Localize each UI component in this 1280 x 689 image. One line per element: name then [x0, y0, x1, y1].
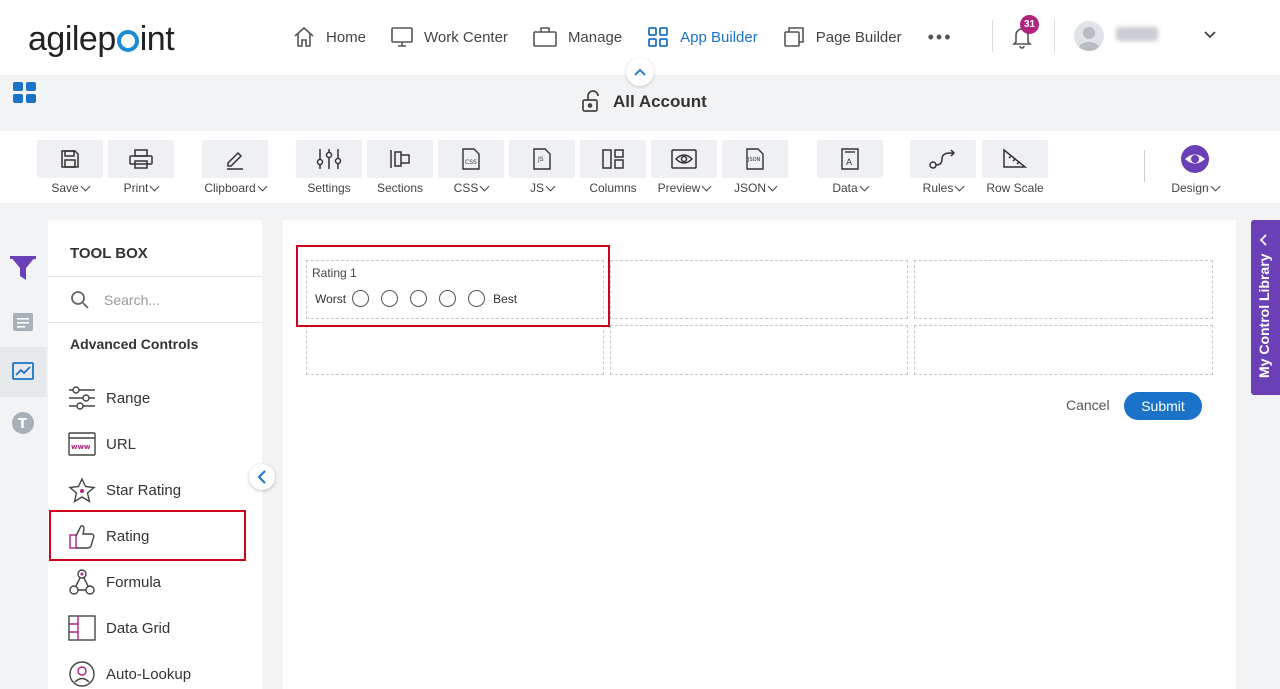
rating-field-highlight	[296, 245, 610, 327]
sections-icon	[390, 150, 410, 168]
row-scale-button[interactable]: Row Scale	[982, 140, 1048, 195]
sections-button[interactable]: Sections	[367, 140, 433, 195]
svg-text:A: A	[846, 158, 853, 168]
cancel-button[interactable]: Cancel	[1066, 397, 1110, 413]
nav-page-builder[interactable]: Page Builder	[782, 25, 902, 49]
svg-text:JS: JS	[537, 156, 544, 163]
user-name-blurred[interactable]	[1116, 27, 1158, 41]
auto-lookup-icon	[69, 661, 95, 687]
text-t-icon[interactable]: T	[0, 398, 46, 448]
json-file-icon: JSON	[746, 148, 764, 170]
chevron-left-icon[interactable]	[1259, 233, 1269, 251]
my-control-library-label: My Control Library	[1256, 253, 1272, 378]
collapse-header-button[interactable]	[626, 58, 654, 86]
grid-icon	[648, 27, 669, 47]
save-icon	[61, 150, 79, 168]
home-icon	[294, 26, 314, 47]
more-menu-icon[interactable]: •••	[928, 27, 953, 48]
nav-work-center[interactable]: Work Center	[390, 25, 508, 49]
form-list-icon[interactable]	[0, 297, 46, 347]
user-avatar[interactable]	[1074, 21, 1104, 51]
form-cell[interactable]	[306, 325, 604, 375]
preview-button[interactable]: Preview	[651, 140, 717, 195]
divider	[48, 322, 262, 323]
css-button[interactable]: CSS CSS	[438, 140, 504, 195]
print-button[interactable]: Print	[108, 140, 174, 195]
print-icon	[129, 149, 153, 169]
star-icon	[68, 477, 96, 503]
apps-grid-icon[interactable]	[13, 82, 37, 109]
save-button[interactable]: Save	[37, 140, 103, 195]
control-url[interactable]: www URL	[68, 429, 136, 459]
rating-control-highlight	[49, 510, 246, 561]
form-cell[interactable]	[610, 325, 908, 375]
divider	[48, 276, 262, 277]
notification-count-badge: 31	[1020, 15, 1039, 34]
design-button[interactable]: Design	[1162, 140, 1228, 195]
control-auto-lookup[interactable]: Auto-Lookup	[68, 659, 191, 689]
search-icon	[71, 291, 89, 309]
toolbox-panel: TOOL BOX Search... Credit Card Advanced …	[48, 220, 262, 689]
control-range[interactable]: Range	[68, 383, 150, 413]
svg-text:T: T	[18, 417, 27, 432]
rules-path-icon	[929, 149, 956, 169]
search-input[interactable]: Search...	[104, 292, 160, 308]
pencil-icon	[227, 151, 243, 170]
control-star-rating[interactable]: Star Rating	[68, 475, 181, 505]
category-header: Advanced Controls	[70, 336, 199, 356]
form-builder-toolbar: Save Print Clipboard Settings Sections C…	[0, 131, 1280, 203]
www-icon: www	[68, 432, 96, 456]
design-eye-icon	[1181, 145, 1209, 173]
data-file-icon: A	[841, 148, 859, 170]
pages-icon	[783, 27, 804, 47]
unlock-icon	[582, 90, 599, 112]
form-cell[interactable]	[914, 260, 1213, 319]
submit-button[interactable]: Submit	[1124, 392, 1202, 420]
rules-button[interactable]: Rules	[910, 140, 976, 195]
control-data-grid[interactable]: Data Grid	[68, 613, 170, 643]
css-file-icon: CSS	[462, 148, 480, 170]
chart-icon[interactable]	[0, 347, 46, 397]
json-button[interactable]: JSON JSON	[722, 140, 788, 195]
columns-button[interactable]: Columns	[580, 140, 646, 195]
data-grid-icon	[68, 615, 96, 641]
chevron-down-icon[interactable]	[1203, 27, 1217, 45]
nav-manage[interactable]: Manage	[532, 25, 622, 49]
columns-icon	[602, 149, 624, 169]
row-scale-icon	[1003, 148, 1028, 168]
svg-text:CSS: CSS	[465, 159, 477, 166]
js-file-icon: JS	[533, 148, 551, 170]
nav-app-builder[interactable]: App Builder	[646, 25, 758, 49]
control-formula[interactable]: Formula	[68, 567, 161, 597]
toolbox-title: TOOL BOX	[70, 245, 148, 262]
briefcase-icon	[533, 27, 557, 47]
preview-eye-icon	[671, 149, 697, 169]
toolbox-search[interactable]: Search...	[70, 290, 160, 310]
formula-nodes-icon	[69, 569, 95, 595]
form-cell[interactable]	[914, 325, 1213, 375]
page-title: All Account	[581, 90, 707, 114]
filter-icon[interactable]	[0, 242, 46, 292]
main-nav: Home Work Center Manage App Builder Page…	[292, 22, 977, 52]
left-rail: T	[0, 220, 46, 689]
nav-divider	[992, 20, 993, 52]
nav-home[interactable]: Home	[292, 25, 366, 49]
data-button[interactable]: A Data	[817, 140, 883, 195]
logo-dot	[116, 30, 139, 52]
svg-text:www: www	[71, 443, 91, 451]
toolbar-divider	[1144, 150, 1145, 182]
chevron-left-icon	[258, 470, 266, 484]
form-cell[interactable]	[610, 260, 908, 319]
collapse-toolbox-button[interactable]	[249, 464, 275, 490]
monitor-icon	[391, 27, 413, 47]
svg-text:JSON: JSON	[747, 157, 761, 163]
clipboard-button[interactable]: Clipboard	[202, 140, 268, 195]
js-button[interactable]: JS JS	[509, 140, 575, 195]
agilepoint-logo[interactable]: agilep int	[28, 20, 175, 59]
sliders-icon	[316, 149, 342, 169]
chevron-up-icon	[634, 68, 646, 76]
range-slider-icon	[69, 386, 95, 410]
settings-button[interactable]: Settings	[296, 140, 362, 195]
nav-divider	[1054, 20, 1055, 52]
